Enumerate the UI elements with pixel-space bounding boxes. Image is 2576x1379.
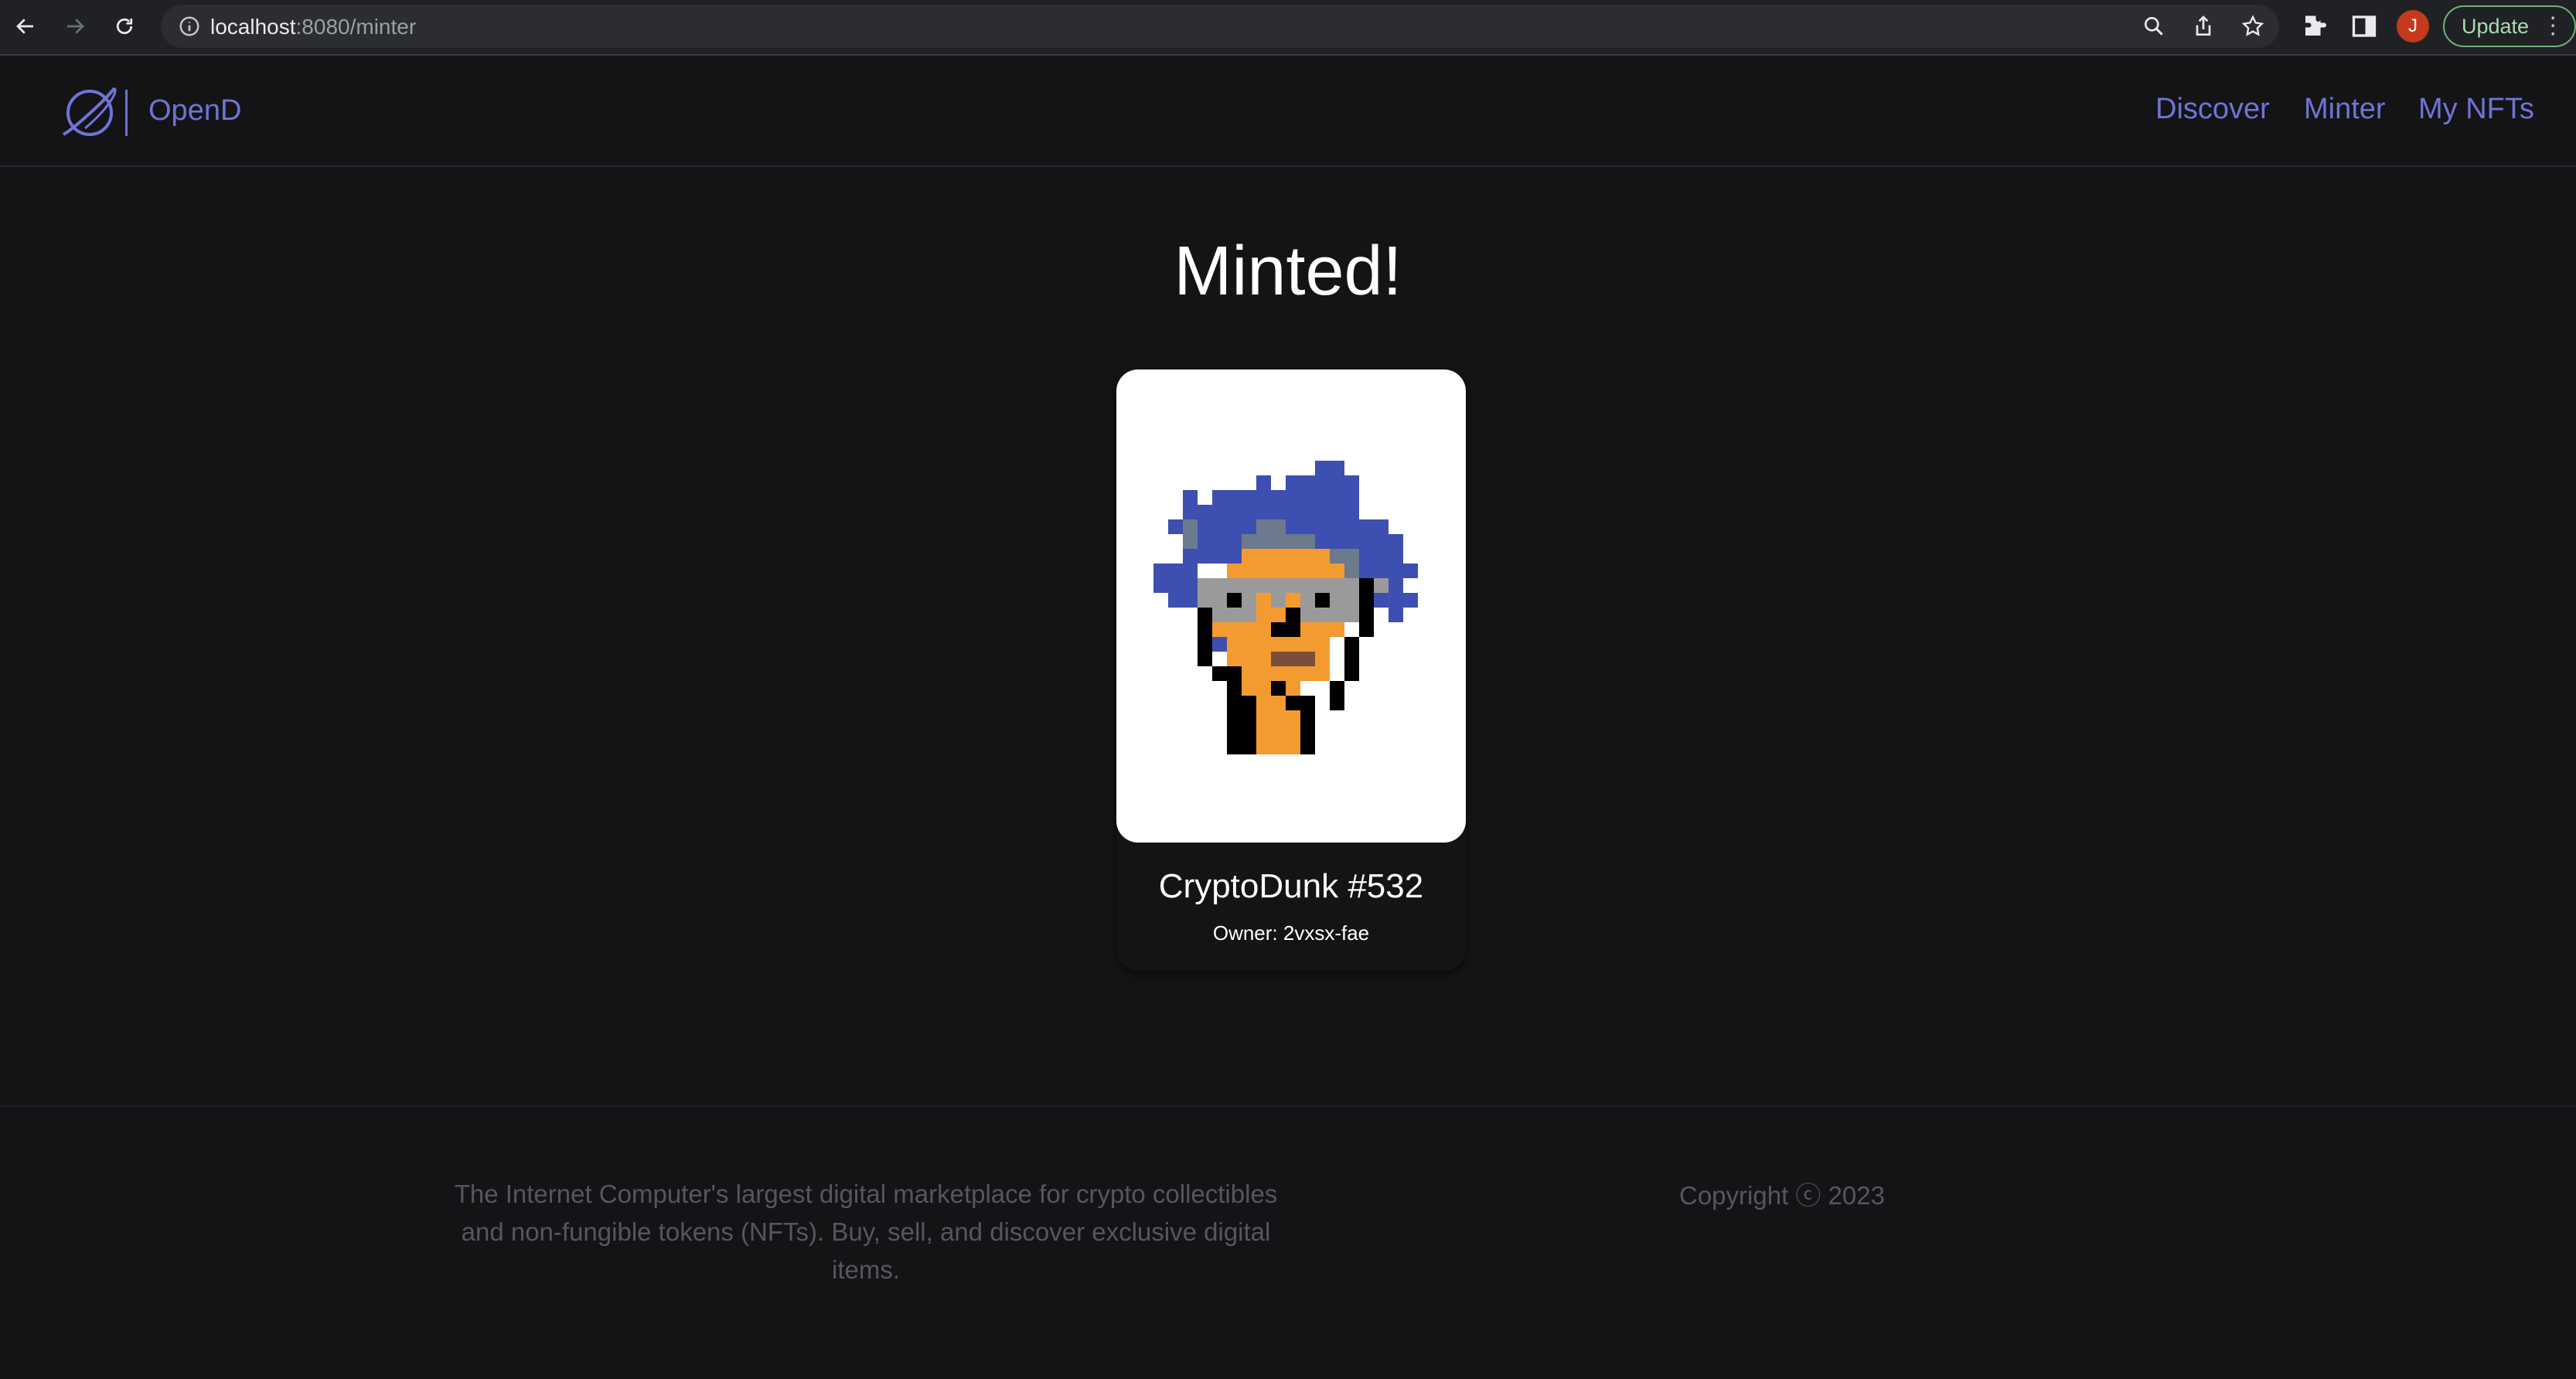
back-button[interactable]	[8, 9, 43, 44]
browser-toolbar: localhost:8080/minter J Update ⋮	[0, 0, 2576, 56]
logo-divider	[125, 90, 128, 136]
side-panel-icon[interactable]	[2350, 12, 2378, 40]
arrow-left-icon	[16, 19, 33, 34]
footer-divider	[0, 1105, 2576, 1107]
nft-card[interactable]: CryptoDunk #532 Owner: 2vxsx-fae	[1116, 369, 1466, 971]
app-header: OpenD Discover Minter My NFTs	[0, 56, 2576, 167]
footer-description: The Internet Computer's largest digital …	[454, 1180, 1278, 1284]
extensions-icon[interactable]	[2301, 12, 2329, 40]
nav-discover[interactable]: Discover	[2155, 93, 2270, 126]
update-label: Update	[2462, 14, 2530, 38]
planet-logo-icon[interactable]	[59, 82, 121, 144]
forward-button[interactable]	[57, 9, 93, 44]
brand-name[interactable]: OpenD	[148, 94, 241, 128]
address-bar[interactable]: localhost:8080/minter	[161, 5, 2279, 48]
zoom-icon[interactable]	[2142, 14, 2166, 39]
nft-owner: Owner: 2vxsx-fae	[1212, 921, 1370, 945]
cryptodunk-pixel-art	[1153, 461, 1418, 754]
page-title: Minted!	[1174, 233, 1402, 310]
more-vert-icon: ⋮	[2541, 13, 2564, 39]
nft-image	[1116, 369, 1466, 843]
star-icon[interactable]	[2240, 14, 2265, 39]
info-icon[interactable]	[178, 15, 201, 38]
share-icon[interactable]	[2191, 14, 2216, 39]
reload-icon	[116, 18, 133, 35]
nav-minter[interactable]: Minter	[2304, 93, 2386, 126]
footer-copyright: Copyright ⓒ 2023	[1679, 1181, 1885, 1210]
arrow-right-icon	[67, 19, 84, 34]
nft-name: CryptoDunk #532	[1158, 867, 1424, 905]
reload-button[interactable]	[107, 9, 142, 44]
update-button[interactable]: Update ⋮	[2443, 5, 2576, 47]
profile-avatar[interactable]: J	[2397, 10, 2429, 43]
url-text[interactable]: localhost:8080/minter	[210, 15, 416, 39]
nav-my-nfts[interactable]: My NFTs	[2418, 93, 2534, 126]
